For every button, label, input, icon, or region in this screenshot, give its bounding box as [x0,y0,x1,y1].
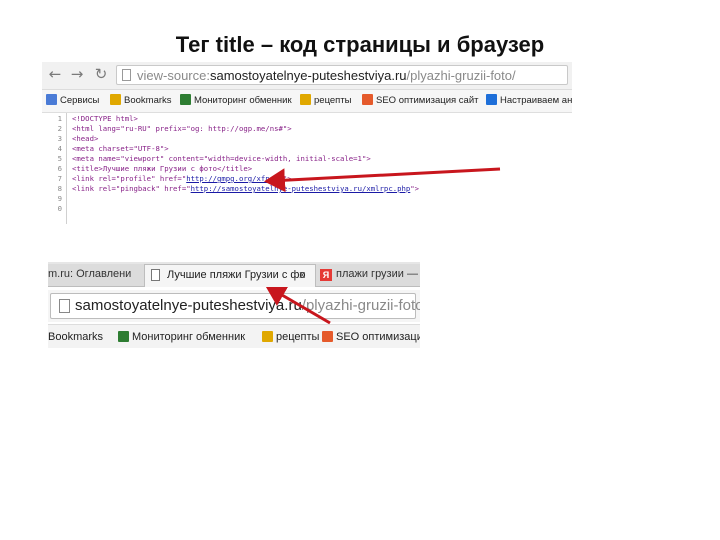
bookmark-seo[interactable]: SEO оптимизация сайт [362,94,479,108]
view-source-screenshot: ← → ↻ view-source:samostoyatelnye-putesh… [42,62,572,224]
source-link[interactable]: http://gmpg.org/xfn/11 [186,174,283,183]
address-text: view-source:samostoyatelnye-puteshestviy… [137,68,516,83]
back-icon[interactable]: ← [46,65,64,83]
bookmark-bookmarks[interactable]: Bookmarks [110,94,172,108]
bookmarks-bar: Сервисы Bookmarks Мониторинг обменник ре… [42,90,572,113]
slide-title: Тег title – код страницы и браузер [175,32,545,57]
address-bar-row: samostoyatelnye-puteshestviya.ru/plyazhi… [48,290,420,322]
yandex-icon: Я [320,269,332,281]
bookmarks-bar: Bookmarks Мониторинг обменник рецепты SE… [48,324,420,348]
tab-strip: m.ru: Оглавлени Лучшие пляжи Грузии с фо… [48,262,420,287]
folder-icon [300,94,311,105]
bookmark-bookmarks[interactable]: Bookmarks [48,330,103,344]
address-bar[interactable]: view-source:samostoyatelnye-puteshestviy… [116,65,568,85]
apps-icon [46,94,57,105]
address-text: samostoyatelnye-puteshestviya.ru/plyazhi… [75,297,420,314]
page-icon [59,299,70,313]
bookmark-recipes[interactable]: рецепты [300,94,352,108]
reload-icon[interactable]: ↻ [92,65,110,83]
bookmark-monitoring[interactable]: Мониторинг обменник [118,330,245,344]
bc-icon [118,331,129,342]
tab-yandex-search[interactable]: Яплажи грузии — Ян [316,264,420,286]
seo-icon [362,94,373,105]
page-icon [122,69,131,81]
bookmark-recipes[interactable]: рецепты [262,330,319,344]
bookmark-icon [486,94,497,105]
forward-icon[interactable]: → [68,65,86,83]
close-tab-icon[interactable]: x [299,265,306,285]
folder-icon [110,94,121,105]
tab-active-page[interactable]: Лучшие пляжи Грузии с фо x [144,264,316,287]
bookmark-setup[interactable]: Настраиваем ана [486,94,572,108]
tab-contents[interactable]: m.ru: Оглавлени [48,264,144,286]
browser-tab-screenshot: m.ru: Оглавлени Лучшие пляжи Грузии с фо… [48,262,420,348]
address-bar[interactable]: samostoyatelnye-puteshestviya.ru/plyazhi… [50,293,420,319]
bookmark-services[interactable]: Сервисы [46,94,99,108]
seo-icon [322,331,333,342]
folder-icon [262,331,273,342]
bc-icon [180,94,191,105]
bookmark-seo[interactable]: SEO оптимизация са [322,330,420,344]
bookmark-monitoring[interactable]: Мониторинг обменник [180,94,292,108]
document-icon [151,269,160,281]
source-code-view: 1 <!DOCTYPE html> 2 <html lang="ru-RU" pre… [42,113,572,224]
source-link[interactable]: http://samostoyatelnye-puteshestviya.ru/… [191,184,411,193]
browser-toolbar: ← → ↻ view-source:samostoyatelnye-putesh… [42,62,572,90]
